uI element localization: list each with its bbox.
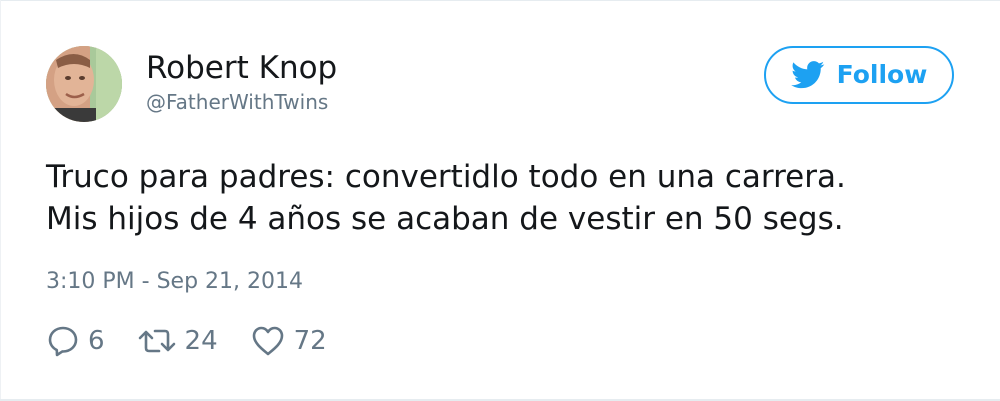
twitter-bird-icon [790, 61, 824, 89]
reply-button[interactable]: 6 [46, 324, 105, 358]
follow-button[interactable]: Follow [764, 46, 954, 104]
user-handle[interactable]: @FatherWithTwins [146, 90, 328, 114]
retweet-icon [138, 329, 175, 353]
user-name[interactable]: Robert Knop [146, 50, 337, 86]
card-border-top [0, 0, 1000, 1]
avatar[interactable] [46, 46, 122, 122]
retweet-button[interactable]: 24 [137, 324, 218, 358]
tweet-text-line: Truco para padres: convertidlo todo en u… [46, 159, 846, 195]
tweet-timestamp[interactable]: 3:10 PM - Sep 21, 2014 [46, 268, 303, 296]
tweet-text-line: Mis hijos de 4 años se acaban de vestir … [46, 201, 844, 237]
tweet-text: Truco para padres: convertidlo todo en u… [46, 156, 966, 240]
card-border-left [0, 0, 1, 401]
tweet-card: Robert Knop @FatherWithTwins Follow Truc… [0, 0, 1000, 401]
tweet-actions: 6 24 72 [46, 322, 359, 360]
like-button[interactable]: 72 [250, 324, 327, 358]
reply-count: 6 [88, 326, 105, 356]
retweet-count: 24 [184, 326, 218, 356]
reply-icon [48, 326, 78, 357]
avatar-image [46, 46, 122, 122]
follow-button-label: Follow [836, 60, 928, 89]
heart-icon [252, 326, 283, 356]
like-count: 72 [293, 326, 327, 356]
